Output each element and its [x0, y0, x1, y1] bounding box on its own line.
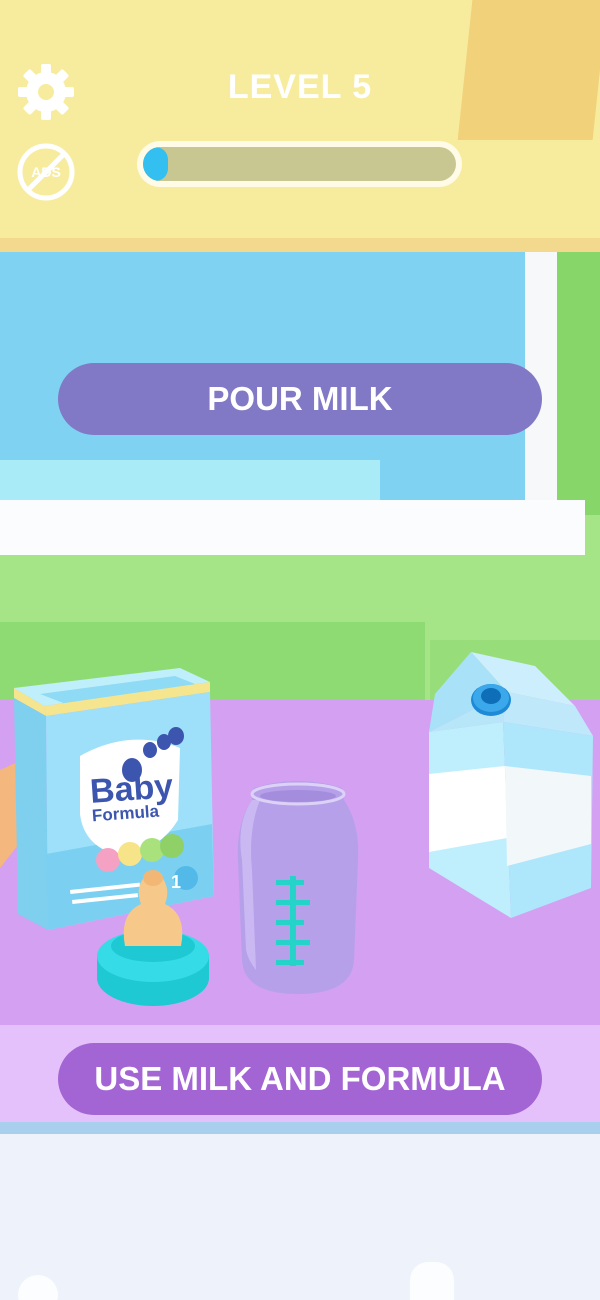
window-sill	[0, 500, 585, 555]
bottle-nipple[interactable]	[95, 868, 211, 1008]
ceiling-shade	[457, 0, 600, 140]
use-milk-and-formula-button[interactable]: USE MILK AND FORMULA	[58, 1043, 542, 1115]
gear-icon[interactable]	[16, 62, 76, 122]
milk-carton[interactable]	[425, 648, 597, 922]
progress-fill	[143, 147, 169, 181]
level-progress-bar	[137, 141, 462, 187]
pour-milk-button[interactable]: POUR MILK	[58, 363, 542, 435]
floor-object	[410, 1262, 454, 1300]
window-reflection	[0, 460, 380, 505]
game-scene: Baby Formula 1 LEVEL 5 POUR MILK USE MIL…	[0, 0, 600, 1300]
background-wall-right	[555, 245, 600, 515]
ceiling-shelf-edge	[0, 238, 600, 252]
level-title: LEVEL 5	[227, 68, 373, 106]
floor	[0, 1134, 600, 1300]
no-ads-icon[interactable]: ADS	[16, 142, 76, 202]
baby-bottle[interactable]	[232, 780, 364, 998]
progress-track	[143, 147, 456, 181]
